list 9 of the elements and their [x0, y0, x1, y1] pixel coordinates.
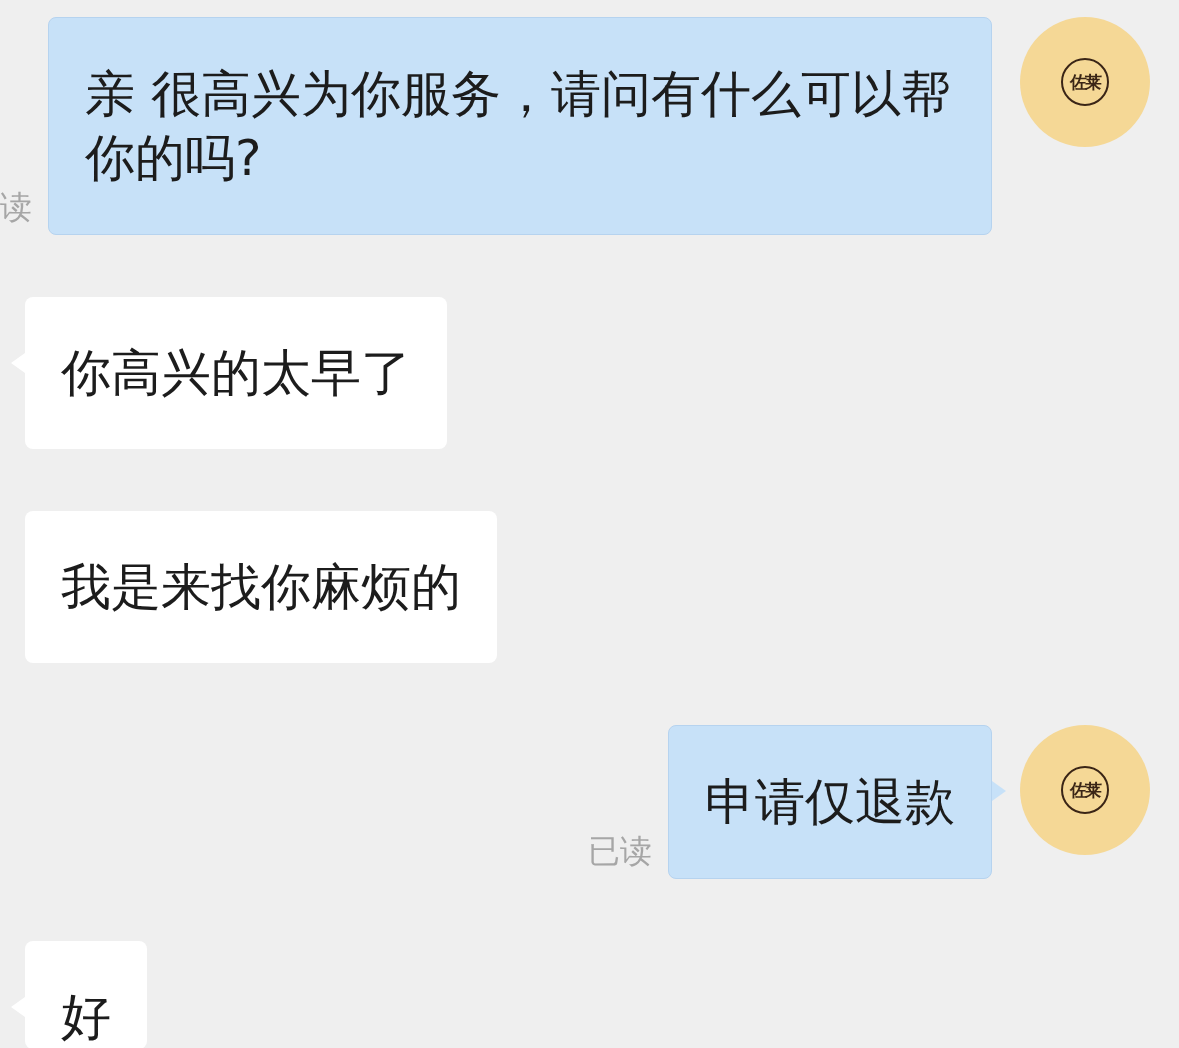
brand-logo: 佐莱 [1061, 766, 1109, 814]
brand-logo: 佐莱 [1061, 58, 1109, 106]
message-bubble: 你高兴的太早了 [25, 297, 447, 449]
message-bubble: 亲 很高兴为你服务，请问有什么可以帮你的吗? [48, 17, 992, 235]
message-bubble: 我是来找你麻烦的 [25, 511, 497, 663]
message-bubble: 申请仅退款 [668, 725, 992, 879]
message-bubble: 好 [25, 941, 147, 1048]
read-status: 已读 [588, 831, 652, 871]
read-status: 读 [0, 187, 32, 227]
